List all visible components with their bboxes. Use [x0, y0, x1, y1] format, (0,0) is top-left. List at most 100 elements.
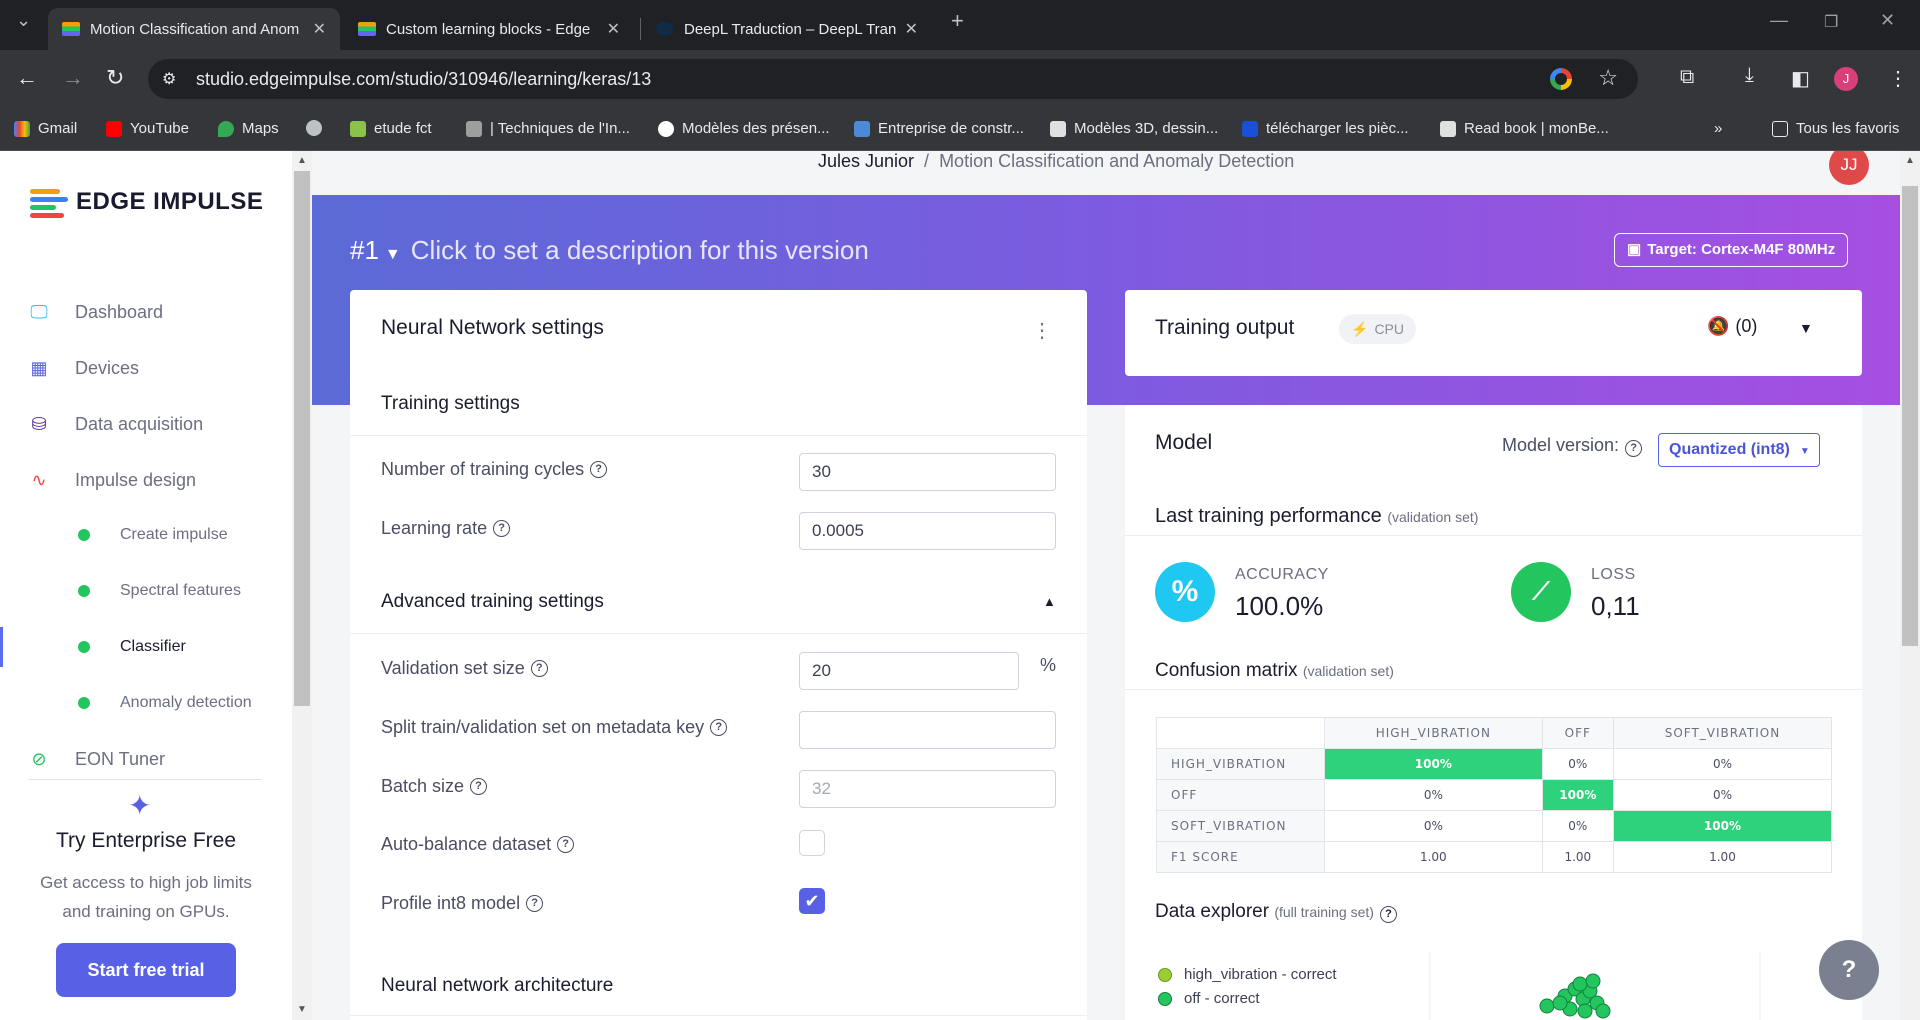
target-device-button[interactable]: ▣ Target: Cortex-M4F 80MHz [1614, 233, 1849, 267]
bookmark-etude-fct[interactable]: etude fct [350, 120, 432, 137]
scroll-down-icon[interactable]: ▼ [297, 1004, 307, 1015]
data-point [1572, 976, 1588, 992]
profile-avatar[interactable]: J [1834, 67, 1858, 91]
help-icon[interactable]: ? [493, 520, 511, 537]
tab-deepl[interactable]: DeepL Traduction – DeepL Tran ✕ [642, 8, 932, 50]
site-settings-icon[interactable]: ⚙ [162, 69, 176, 89]
help-icon[interactable]: ? [470, 778, 488, 795]
minimize-icon[interactable]: — [1770, 10, 1788, 31]
side-panel-icon[interactable]: ◧ [1791, 66, 1810, 91]
close-window-icon[interactable]: ✕ [1880, 10, 1895, 31]
version-description[interactable]: Click to set a description for this vers… [411, 235, 869, 265]
tab-motion-classification[interactable]: Motion Classification and Anom ✕ [48, 8, 340, 50]
auto-balance-checkbox[interactable] [799, 830, 825, 856]
help-button[interactable]: ? [1819, 940, 1879, 1000]
split-metadata-input[interactable] [799, 711, 1056, 749]
folder-icon [1772, 120, 1788, 137]
help-icon[interactable]: ? [557, 836, 575, 853]
sidebar-subitem-classifier[interactable]: Classifier [0, 627, 292, 667]
sidebar-scrollbar[interactable]: ▲ ▼ [292, 151, 312, 1020]
section-advanced-settings[interactable]: Advanced training settings [381, 591, 604, 613]
reload-icon[interactable]: ↻ [106, 66, 124, 90]
address-bar[interactable]: ⚙ studio.edgeimpulse.com/studio/310946/l… [148, 59, 1638, 99]
help-icon[interactable]: ? [710, 719, 728, 736]
sidebar-subitem-create-impulse[interactable]: Create impulse [0, 515, 292, 555]
main-scrollbar[interactable]: ▲ [1900, 151, 1920, 1020]
chart-trend-icon: ⟋ [1511, 562, 1571, 622]
accuracy-label: ACCURACY [1235, 566, 1329, 583]
data-point [1577, 1003, 1593, 1019]
sidebar-scroll-thumb[interactable] [294, 171, 310, 706]
status-dot [78, 585, 90, 597]
version-selector[interactable]: #1 ▼ Click to set a description for this v… [350, 235, 869, 266]
device-badge: ⚡ CPU [1339, 314, 1416, 344]
profile-int8-checkbox[interactable]: ✔ [799, 888, 825, 914]
help-icon[interactable]: ? [1379, 906, 1397, 923]
sidebar-item-eon-tuner[interactable]: ⊘ EON Tuner [0, 739, 292, 779]
checkmark-icon: ✔ [804, 891, 820, 911]
breadcrumb-project[interactable]: Motion Classification and Anomaly Detect… [939, 151, 1294, 171]
batch-size-input[interactable]: 32 [799, 770, 1056, 808]
all-bookmarks[interactable]: Tous les favoris [1772, 120, 1899, 137]
bookmark-modeles-presentation[interactable]: Modèles des présen... [658, 120, 830, 137]
close-tab-icon[interactable]: ✕ [905, 19, 918, 39]
deepl-favicon-icon [656, 22, 674, 36]
help-icon[interactable]: ? [1625, 440, 1643, 457]
bookmarks-overflow-icon[interactable]: » [1714, 120, 1722, 137]
bookmark-read-book[interactable]: Read book | monBe... [1440, 120, 1609, 137]
sidebar-subitem-spectral-features[interactable]: Spectral features [0, 571, 292, 611]
cycles-input[interactable]: 30 [799, 453, 1056, 491]
divider [350, 435, 1087, 436]
sidebar-item-dashboard[interactable]: 🖵 Dashboard [0, 292, 292, 332]
expand-caret-icon[interactable]: ▼ [1799, 320, 1813, 336]
sidebar-subitem-anomaly-detection[interactable]: Anomaly detection [0, 683, 292, 723]
validation-size-input[interactable]: 20 [799, 652, 1019, 690]
restore-icon[interactable]: ❐ [1824, 12, 1838, 32]
help-icon[interactable]: ? [590, 461, 608, 478]
edge-impulse-logo[interactable]: EDGE IMPULSE [30, 187, 263, 218]
edge-impulse-favicon-icon [358, 22, 376, 36]
bookmark-telecharger[interactable]: télécharger les pièc... [1242, 120, 1409, 137]
bell-off-icon: 🔕 [1707, 316, 1730, 336]
extensions-icon[interactable]: ⧉ [1680, 66, 1694, 89]
user-avatar[interactable]: JJ [1829, 151, 1869, 185]
scroll-up-icon[interactable]: ▲ [1905, 155, 1915, 166]
help-icon[interactable]: ? [526, 895, 544, 912]
breadcrumb-user[interactable]: Jules Junior [818, 151, 914, 171]
bookmark-globe[interactable] [306, 120, 330, 136]
url-text[interactable]: studio.edgeimpulse.com/studio/310946/lea… [196, 69, 651, 90]
google-lens-icon[interactable] [1550, 68, 1572, 90]
close-tab-icon[interactable]: ✕ [607, 19, 620, 39]
new-tab-icon[interactable]: + [951, 8, 964, 34]
bookmark-youtube[interactable]: YouTube [106, 120, 189, 137]
table-row: HIGH_VIBRATION 100% 0% 0% [1156, 748, 1833, 780]
collapse-caret-icon[interactable]: ▲ [1043, 594, 1056, 609]
bookmark-star-icon[interactable]: ☆ [1598, 65, 1618, 91]
kebab-menu-icon[interactable]: ⋮ [1032, 318, 1052, 343]
bookmark-modeles-3d[interactable]: Modèles 3D, dessin... [1050, 120, 1218, 137]
bookmark-techniques[interactable]: | Techniques de l'In... [466, 120, 630, 137]
bookmark-maps[interactable]: Maps [218, 120, 279, 137]
model-version-select[interactable]: Quantized (int8) ▼ [1658, 433, 1820, 467]
back-icon[interactable]: ← [16, 66, 38, 90]
scroll-up-icon[interactable]: ▲ [297, 155, 307, 166]
tab-custom-learning-blocks[interactable]: Custom learning blocks - Edge ✕ [344, 8, 634, 50]
sidebar-item-impulse-design[interactable]: ∿ Impulse design [0, 460, 292, 500]
sidebar-item-data-acquisition[interactable]: ⛁ Data acquisition [0, 404, 292, 444]
menu-kebab-icon[interactable]: ⋮ [1888, 66, 1908, 91]
sidebar-item-devices[interactable]: ▦ Devices [0, 348, 292, 388]
bookmark-entreprise[interactable]: Entreprise de constr... [854, 120, 1024, 137]
help-icon[interactable]: ? [530, 660, 548, 677]
column-header: SOFT_VIBRATION [1612, 717, 1833, 749]
tab-search-icon[interactable]: ⌄ [16, 10, 31, 31]
globe-icon [306, 120, 322, 136]
bookmark-gmail[interactable]: Gmail [14, 120, 77, 137]
learning-rate-input[interactable]: 0.0005 [799, 512, 1056, 550]
forward-icon[interactable]: → [62, 66, 84, 90]
page-icon [1440, 120, 1456, 137]
download-icon[interactable]: ⤓ [1745, 64, 1754, 87]
start-free-trial-button[interactable]: Start free trial [56, 943, 236, 997]
close-tab-icon[interactable]: ✕ [313, 19, 326, 39]
main-scroll-thumb[interactable] [1902, 186, 1918, 646]
notifications-toggle[interactable]: 🔕 (0) [1707, 316, 1757, 337]
